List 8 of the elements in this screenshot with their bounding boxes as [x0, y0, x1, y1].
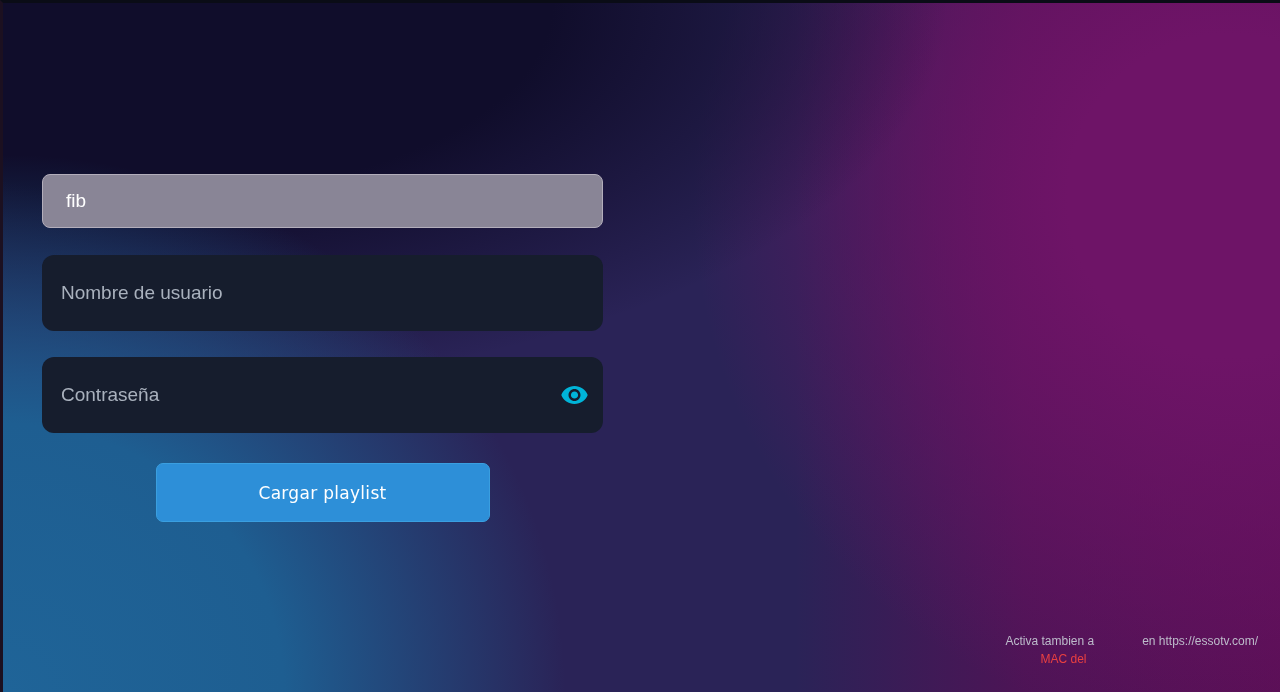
- load-playlist-button[interactable]: Cargar playlist: [155, 463, 490, 522]
- text-field[interactable]: fib: [42, 174, 603, 228]
- eye-icon[interactable]: [561, 386, 588, 404]
- text-field[interactable]: Nombre de usuario: [42, 255, 603, 331]
- notice-text: MAC del: [1040, 652, 1087, 666]
- notice-text: Activa tambien a: [1005, 634, 1095, 648]
- password-field[interactable]: Contraseña: [42, 357, 603, 433]
- notice-text: en https://essotv.com/: [1142, 634, 1258, 648]
